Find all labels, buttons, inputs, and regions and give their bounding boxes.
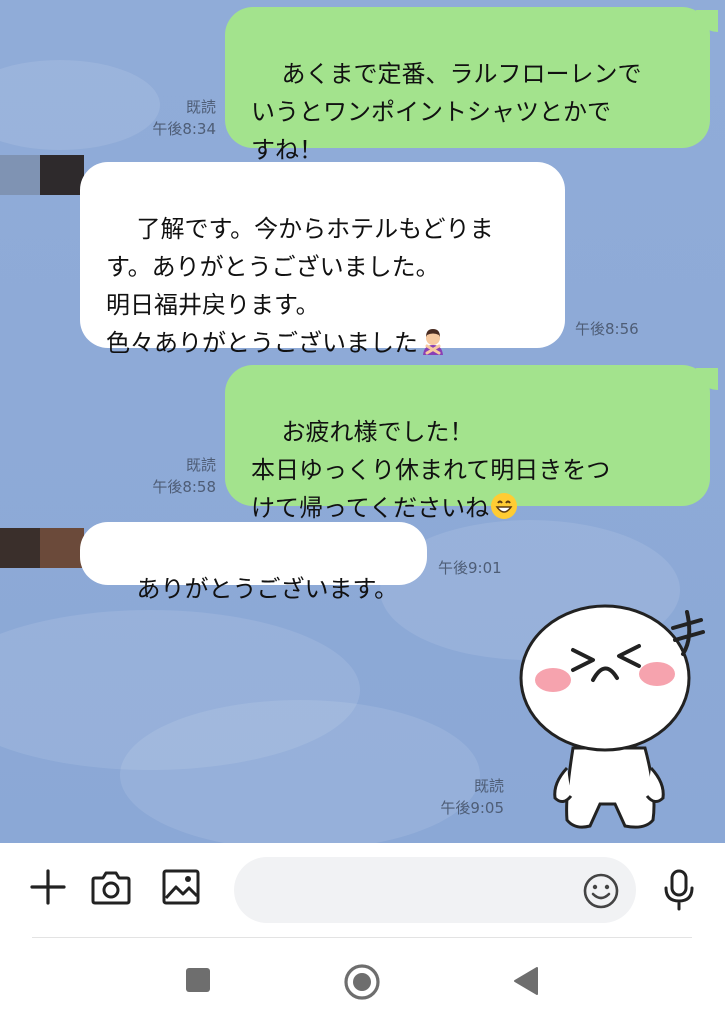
chat-area[interactable]: 既読 午後8:34 あくまで定番、ラルフローレンで いうとワンポイントシャツとか… [0, 0, 725, 843]
message-text: お疲れ様でした！ 本日ゆっくり休まれて明日きをつ けて帰ってくださいね [251, 418, 611, 522]
system-nav-bar [0, 938, 725, 1024]
outgoing-message-bubble[interactable]: お疲れ様でした！ 本日ゆっくり休まれて明日きをつ けて帰ってくださいね [225, 365, 710, 522]
smiley-icon[interactable] [580, 870, 622, 912]
microphone-icon[interactable] [656, 865, 702, 915]
message-text: ありがとうございます。 [136, 575, 399, 603]
read-receipt: 既読 [185, 98, 216, 116]
message-time: 午後8:34 [152, 120, 216, 138]
read-receipt: 既読 [473, 777, 504, 795]
image-icon[interactable] [158, 865, 204, 909]
message-meta: 既読 午後8:34 [130, 96, 216, 140]
message-input[interactable] [234, 857, 636, 923]
triangle-back-icon[interactable] [506, 962, 546, 1000]
input-bar [0, 843, 725, 938]
message-meta: 既読 午後9:05 [418, 775, 504, 819]
incoming-message-bubble[interactable]: 了解です。今からホテルもどりま す。ありがとうございました。 明日福井戻ります。… [80, 162, 565, 357]
message-time: 午後9:05 [440, 799, 504, 817]
square-icon[interactable] [180, 962, 216, 998]
background-cloud [120, 700, 480, 843]
read-receipt: 既読 [185, 456, 216, 474]
person-gesturing-no-emoji [423, 329, 443, 355]
circle-icon[interactable] [340, 960, 384, 1004]
message-meta: 既読 午後8:58 [130, 454, 216, 498]
message-text: あくまで定番、ラルフローレンで いうとワンポイントシャツとかで すね！ [251, 60, 642, 164]
avatar[interactable] [0, 155, 84, 195]
grinning-smile-emoji [491, 493, 518, 519]
plus-icon[interactable] [26, 865, 70, 909]
camera-icon[interactable] [88, 865, 134, 909]
message-time: 午後8:56 [575, 320, 639, 338]
laughing-face-sticker[interactable] [515, 598, 715, 833]
message-time: 午後9:01 [438, 559, 502, 577]
incoming-message-bubble[interactable]: ありがとうございます。 [80, 522, 427, 603]
outgoing-message-bubble[interactable]: あくまで定番、ラルフローレンで いうとワンポイントシャツとかで すね！ [225, 7, 710, 164]
message-time: 午後8:58 [152, 478, 216, 496]
avatar[interactable] [0, 528, 84, 568]
